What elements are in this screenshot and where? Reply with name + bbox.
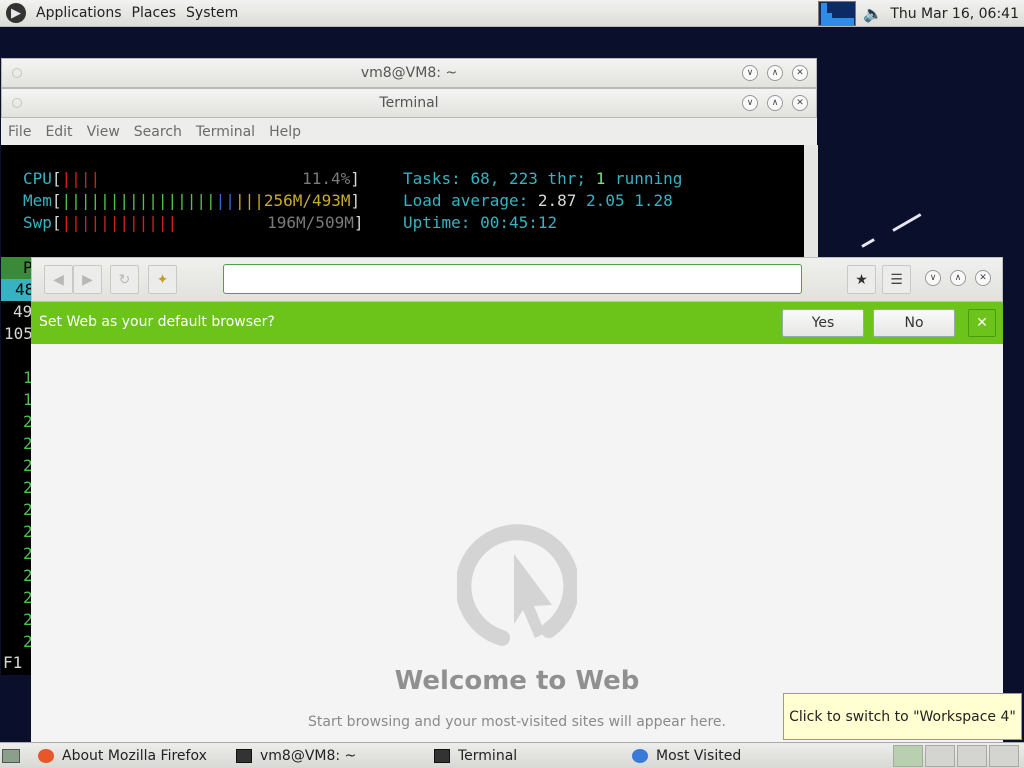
desktop-streak	[861, 238, 875, 248]
minimize-icon[interactable]: ∨	[925, 270, 941, 286]
taskbar-item-most-visited[interactable]: Most Visited	[632, 745, 741, 767]
taskbar-item-label: Terminal	[458, 748, 518, 764]
window-menu-icon[interactable]	[12, 68, 22, 78]
workspace-2[interactable]	[925, 745, 955, 767]
web-headerbar: ◀ ▶ ↻ ✦ ★ ☰ ∨ ∧ ✕	[31, 257, 1003, 302]
forward-button[interactable]: ▶	[73, 265, 102, 294]
close-icon[interactable]: ✕	[792, 65, 808, 81]
process-row[interactable]: 105	[4, 323, 33, 345]
cpu-meter: CPU[|||| 11.4%]	[23, 169, 360, 188]
close-icon[interactable]: ✕	[792, 95, 808, 111]
maximize-icon[interactable]: ∧	[767, 95, 783, 111]
reload-icon: ↻	[118, 271, 131, 288]
terminal-titlebar[interactable]: Terminal ∨ ∧ ✕	[1, 88, 817, 118]
tasks-meter: Tasks: 68, 223 thr; 1 running	[403, 169, 683, 188]
no-button[interactable]: No	[873, 309, 955, 337]
terminal-menubar: File Edit View Search Terminal Help	[1, 118, 817, 145]
minimize-icon[interactable]: ∨	[742, 95, 758, 111]
system-menu[interactable]: System	[181, 5, 243, 21]
menu-file[interactable]: File	[8, 124, 31, 140]
swap-meter: Swp[|||||||||||| 196M/509M]	[23, 213, 364, 232]
volume-icon[interactable]: 🔈	[862, 4, 884, 24]
menu-terminal[interactable]: Terminal	[196, 124, 255, 140]
back-window-titlebar[interactable]: vm8@VM8: ~ ∨ ∧ ✕	[1, 58, 817, 88]
taskbar-item-label: vm8@VM8: ~	[260, 748, 357, 764]
places-menu[interactable]: Places	[127, 5, 182, 21]
menu-edit[interactable]: Edit	[45, 124, 72, 140]
menu-search[interactable]: Search	[134, 124, 182, 140]
web-content: Welcome to Web Start browsing and your m…	[31, 344, 1003, 742]
firefox-icon	[38, 749, 54, 763]
maximize-icon[interactable]: ∧	[950, 270, 966, 286]
new-tab-icon: ✦	[156, 271, 169, 288]
taskbar-item-firefox-about[interactable]: About Mozilla Firefox	[38, 745, 207, 767]
process-row-selected[interactable]: 48	[1, 279, 34, 301]
process-header: P	[1, 257, 33, 279]
terminal-title: Terminal	[379, 95, 439, 111]
new-tab-button[interactable]: ✦	[148, 265, 177, 294]
taskbar-item-label: About Mozilla Firefox	[62, 748, 207, 764]
help-key-f1[interactable]: F1	[3, 652, 22, 674]
top-panel: ▶ Applications Places System 🔈 Thu Mar 1…	[0, 0, 1024, 27]
terminal-icon	[434, 749, 450, 763]
workspace-1[interactable]	[893, 745, 923, 767]
close-icon[interactable]: ✕	[975, 270, 991, 286]
mem-meter: Mem[|||||||||||||||||||||256M/493M]	[23, 191, 361, 210]
desktop-streak	[892, 213, 922, 232]
distro-logo-icon[interactable]: ▶	[6, 3, 26, 23]
hamburger-menu-icon: ☰	[890, 271, 903, 288]
system-monitor-applet[interactable]	[818, 1, 857, 26]
applications-menu[interactable]: Applications	[31, 5, 127, 21]
workspace-3[interactable]	[957, 745, 987, 767]
clock[interactable]: Thu Mar 16, 06:41	[890, 6, 1024, 22]
menu-view[interactable]: View	[87, 124, 120, 140]
yes-button[interactable]: Yes	[782, 309, 864, 337]
terminal-icon	[236, 749, 252, 763]
taskbar-item-terminal[interactable]: Terminal	[434, 745, 517, 767]
back-arrow-icon: ◀	[53, 271, 64, 288]
forward-arrow-icon: ▶	[82, 271, 93, 288]
web-logo-icon	[457, 524, 577, 646]
load-average-meter: Load average: 2.87 2.05 1.28	[403, 191, 673, 210]
bookmark-star-icon: ★	[855, 271, 868, 288]
show-desktop-icon	[2, 749, 20, 763]
default-browser-infobar: Set Web as your default browser? Yes No …	[31, 302, 1003, 344]
close-icon: ✕	[976, 315, 988, 331]
infobar-message: Set Web as your default browser?	[39, 314, 275, 330]
back-window-title: vm8@VM8: ~	[360, 65, 458, 81]
page-menu-button[interactable]: ☰	[882, 265, 911, 294]
reload-button[interactable]: ↻	[110, 265, 139, 294]
minimize-icon[interactable]: ∨	[742, 65, 758, 81]
back-button[interactable]: ◀	[44, 265, 73, 294]
uptime-meter: Uptime: 00:45:12	[403, 213, 558, 232]
show-desktop-button[interactable]	[2, 745, 22, 767]
infobar-close-button[interactable]: ✕	[968, 309, 996, 337]
bookmarks-button[interactable]: ★	[847, 265, 876, 294]
web-browser-icon	[632, 749, 648, 763]
address-bar[interactable]	[223, 264, 802, 294]
workspace-tooltip: Click to switch to "Workspace 4"	[783, 693, 1022, 740]
process-row[interactable]: 49	[13, 301, 32, 323]
taskbar-item-label: Most Visited	[656, 748, 742, 764]
terminal-scrollbar[interactable]	[804, 145, 818, 260]
bottom-panel: About Mozilla Firefox vm8@VM8: ~ Termina…	[0, 742, 1024, 768]
taskbar-item-vm8[interactable]: vm8@VM8: ~	[236, 745, 356, 767]
menu-help[interactable]: Help	[269, 124, 301, 140]
welcome-title: Welcome to Web	[394, 666, 640, 696]
workspace-4[interactable]	[989, 745, 1019, 767]
window-menu-icon[interactable]	[12, 98, 22, 108]
maximize-icon[interactable]: ∧	[767, 65, 783, 81]
